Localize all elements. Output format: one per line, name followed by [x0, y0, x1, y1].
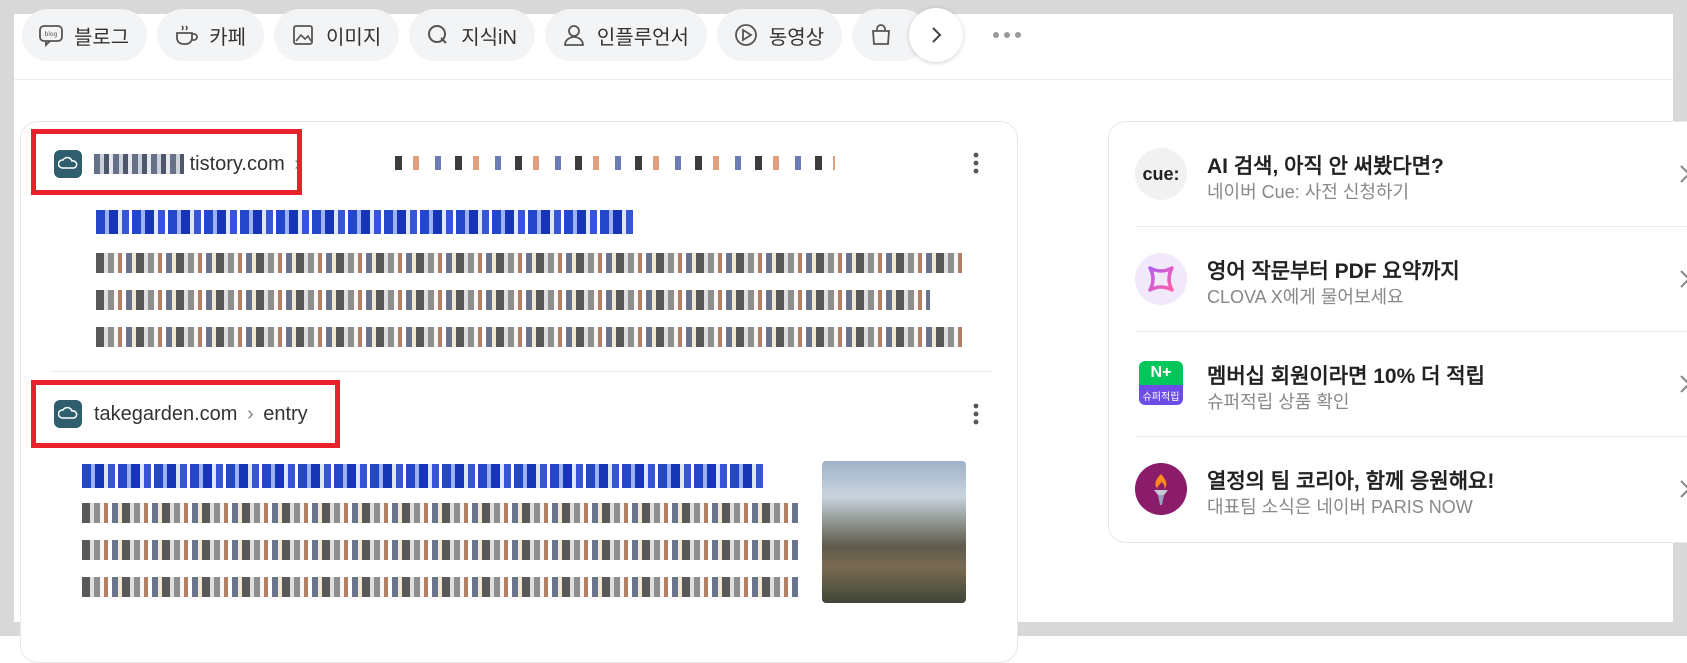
promo-subtitle: 슈퍼적립 상품 확인: [1207, 392, 1350, 412]
chevron-right-icon: [1680, 480, 1687, 498]
tab-image[interactable]: 이미지: [274, 9, 400, 61]
tab-label: 지식iN: [461, 26, 517, 49]
promo-title: 영어 작문부터 PDF 요약까지: [1207, 260, 1460, 283]
tab-blog[interactable]: blog 블로그: [22, 9, 148, 61]
naver-plus-icon: N+ 슈퍼적립: [1139, 360, 1183, 406]
more-horizontal-icon: [993, 32, 1021, 38]
result-snippet-line: [82, 577, 798, 597]
tab-label: 동영상: [768, 26, 825, 49]
tab-influencer[interactable]: 인플루언서: [544, 9, 707, 61]
more-vertical-icon: [973, 152, 979, 174]
cue-logo-icon: cue:: [1135, 148, 1187, 200]
blog-icon: blog: [39, 25, 63, 48]
result-options-button[interactable]: [966, 148, 986, 178]
search-tabs: blog 블로그 카페 이미지 지식iN 인플루언서 동영상: [22, 8, 929, 62]
chevron-right-icon: [1680, 165, 1687, 183]
promo-item-clova[interactable]: 영어 작문부터 PDF 요약까지 CLOVA X에게 물어보세요: [1135, 227, 1687, 331]
chevron-right-icon: [932, 27, 942, 43]
tab-label: 블로그: [74, 26, 130, 49]
promo-subtitle: 네이버 Cue: 사전 신청하기: [1207, 182, 1410, 202]
highlight-box: [31, 129, 302, 195]
result-snippet-line: [96, 327, 964, 347]
more-tabs-button[interactable]: [990, 22, 1024, 48]
highlight-box: [31, 380, 340, 448]
result-divider: [52, 371, 992, 372]
image-icon: [293, 25, 313, 45]
clova-x-icon: [1135, 253, 1187, 305]
tabs-divider: [14, 79, 1673, 80]
tab-kin[interactable]: 지식iN: [409, 9, 535, 61]
result-snippet-line: [82, 503, 798, 523]
promo-subtitle: 대표팀 소식은 네이버 PARIS NOW: [1207, 497, 1473, 517]
promo-title: AI 검색, 아직 안 써봤다면?: [1207, 155, 1444, 178]
tab-video[interactable]: 동영상: [716, 9, 843, 61]
tabs-next-button[interactable]: [909, 8, 963, 62]
tab-label: 카페: [209, 26, 247, 49]
result-options-button[interactable]: [966, 399, 986, 429]
result-snippet-line: [82, 540, 798, 560]
blurred-breadcrumb: [395, 156, 835, 170]
result-snippet-line: [96, 290, 930, 310]
promo-panel: cue: AI 검색, 아직 안 써봤다면? 네이버 Cue: 사전 신청하기 …: [1108, 121, 1687, 543]
result-snippet-line: [96, 253, 962, 273]
result-title[interactable]: [82, 464, 766, 488]
result-title[interactable]: [96, 210, 636, 234]
svg-text:blog: blog: [45, 31, 58, 38]
shopping-bag-icon: [872, 24, 891, 45]
promo-subtitle: CLOVA X에게 물어보세요: [1207, 287, 1404, 307]
more-vertical-icon: [973, 403, 979, 425]
promo-item-cue[interactable]: cue: AI 검색, 아직 안 써봤다면? 네이버 Cue: 사전 신청하기: [1135, 122, 1687, 226]
cafe-icon: [176, 25, 199, 45]
tab-label: 이미지: [326, 26, 382, 49]
kin-icon: [428, 25, 447, 44]
tab-cafe[interactable]: 카페: [157, 9, 265, 61]
video-icon: [735, 24, 757, 46]
chevron-right-icon: [1680, 375, 1687, 393]
influencer-icon: [564, 25, 584, 46]
promo-item-membership[interactable]: N+ 슈퍼적립 멤버십 회원이라면 10% 더 적립 슈퍼적립 상품 확인: [1135, 332, 1687, 436]
tab-label: 인플루언서: [596, 26, 689, 49]
window-frame-left: [0, 0, 14, 636]
torch-icon: [1135, 463, 1187, 515]
promo-title: 멤버십 회원이라면 10% 더 적립: [1207, 365, 1485, 388]
chevron-right-icon: [1680, 270, 1687, 288]
promo-item-paris[interactable]: 열정의 팀 코리아, 함께 응원해요! 대표팀 소식은 네이버 PARIS NO…: [1135, 437, 1687, 541]
promo-title: 열정의 팀 코리아, 함께 응원해요!: [1207, 470, 1495, 493]
result-thumbnail[interactable]: [822, 461, 966, 603]
